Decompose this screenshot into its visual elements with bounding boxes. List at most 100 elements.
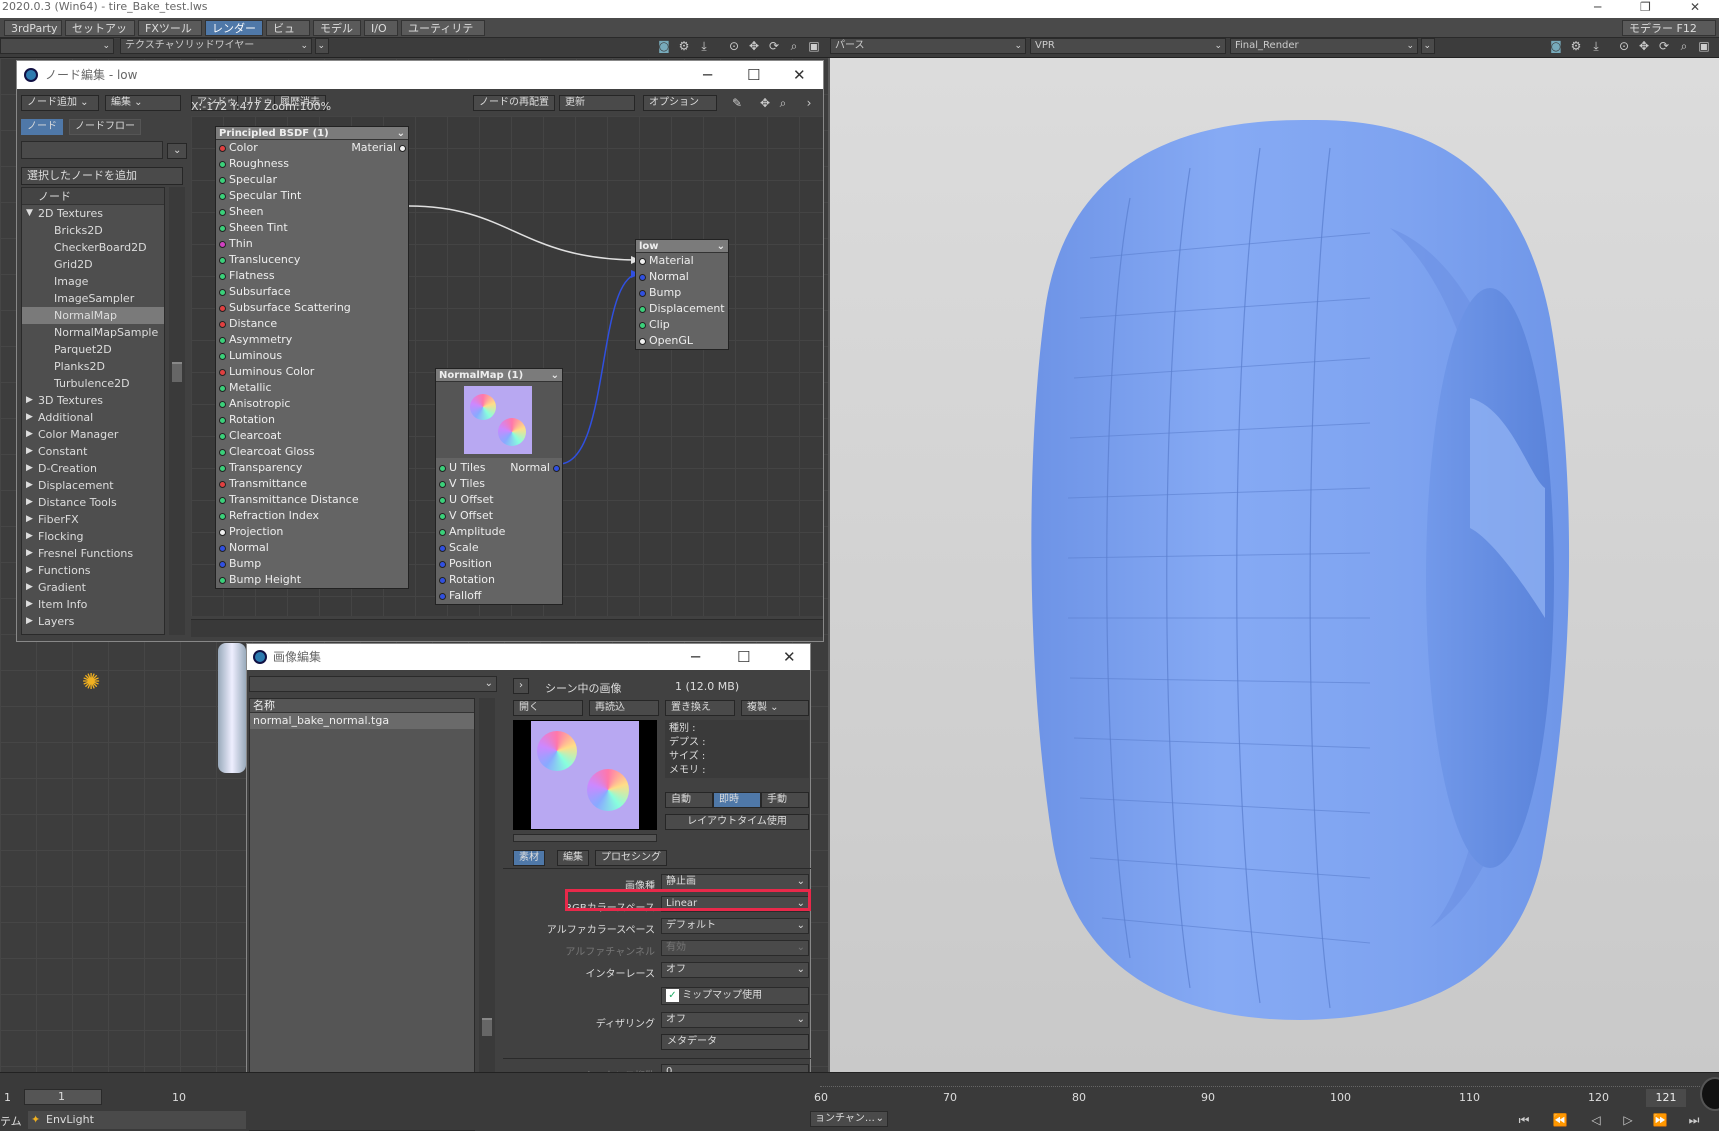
principled-input-row[interactable]: Distance xyxy=(216,316,408,332)
rotate-icon[interactable]: ⟳ xyxy=(766,38,782,54)
auto-button[interactable]: 自動 xyxy=(665,792,713,808)
prev-key-icon[interactable]: ⏪ xyxy=(1552,1112,1568,1128)
motion-channel-dropdown[interactable]: ョンチャン… ⌄ xyxy=(810,1111,888,1127)
tab-edit[interactable]: 編集 xyxy=(557,850,589,866)
prop-dropdown[interactable]: 静止画 ⌄ xyxy=(661,874,809,890)
current-item-field[interactable]: ✦ EnvLight xyxy=(28,1111,246,1129)
input-port-icon[interactable] xyxy=(439,593,446,600)
manual-button[interactable]: 手動 xyxy=(761,792,809,808)
normalmap-input-row[interactable]: V Offset xyxy=(436,508,562,524)
normalmap-node-header[interactable]: NormalMap (1) ⌄ xyxy=(436,369,562,382)
reload-image-button[interactable]: 再読込 xyxy=(589,700,659,716)
options-button[interactable]: オプション xyxy=(643,95,717,111)
input-port-icon[interactable] xyxy=(439,481,446,488)
tree-category[interactable]: ▶ Layers xyxy=(22,613,164,630)
image-editor-maximize-icon[interactable]: ☐ xyxy=(737,644,750,670)
input-port-icon[interactable] xyxy=(219,417,226,424)
center-icon[interactable]: ⊙ xyxy=(726,38,742,54)
principled-input-row[interactable]: Subsurface Scattering xyxy=(216,300,408,316)
save-icon[interactable]: ⤓ xyxy=(696,38,712,54)
tree-category[interactable]: ▶ Flocking xyxy=(22,528,164,545)
tree-item[interactable]: Image xyxy=(22,273,164,290)
principled-input-row[interactable]: Flatness xyxy=(216,268,408,284)
add-node-button[interactable]: ノード追加 ⌄ xyxy=(21,95,99,111)
rearrange-nodes-button[interactable]: ノードの再配置 xyxy=(473,95,555,111)
node-list-scrollbar[interactable] xyxy=(169,187,185,635)
principled-input-row[interactable]: Luminous xyxy=(216,348,408,364)
menu-tab-4[interactable]: ビュー xyxy=(266,20,310,51)
input-port-icon[interactable] xyxy=(639,258,646,265)
low-input-row[interactable]: Material xyxy=(636,253,728,269)
input-port-icon[interactable] xyxy=(639,306,646,313)
menu-tab-0[interactable]: 3rdParty xyxy=(4,20,62,36)
tree-category[interactable]: ▶ 3D Textures xyxy=(22,392,164,409)
right-move-icon[interactable]: ✥ xyxy=(1636,38,1652,54)
input-port-icon[interactable] xyxy=(439,577,446,584)
right-maximize-view-icon[interactable]: ▣ xyxy=(1696,38,1712,54)
first-frame-icon[interactable]: ⏮ xyxy=(1516,1112,1532,1128)
low-input-row[interactable]: Displacement xyxy=(636,301,728,317)
low-input-row[interactable]: Clip xyxy=(636,317,728,333)
render-viewport[interactable] xyxy=(828,58,1719,1072)
light-icon[interactable]: ✺ xyxy=(82,670,100,695)
principled-input-row[interactable]: Refraction Index xyxy=(216,508,408,524)
input-port-icon[interactable] xyxy=(219,577,226,584)
normalmap-input-row[interactable]: Falloff xyxy=(436,588,562,604)
input-port-icon[interactable] xyxy=(639,322,646,329)
right-save-icon[interactable]: ⤓ xyxy=(1588,38,1604,54)
input-port-icon[interactable] xyxy=(219,273,226,280)
node-editor-minimize-icon[interactable]: ─ xyxy=(703,61,712,89)
input-port-icon[interactable] xyxy=(219,321,226,328)
node-editor-titlebar[interactable]: ノード編集 - low ─ ☐ ✕ xyxy=(17,61,823,89)
principled-input-row[interactable]: Clearcoat Gloss xyxy=(216,444,408,460)
low-node-header[interactable]: low ⌄ xyxy=(636,240,728,253)
principled-input-row[interactable]: Transparency xyxy=(216,460,408,476)
input-port-icon[interactable] xyxy=(219,433,226,440)
input-port-icon[interactable] xyxy=(439,545,446,552)
tree-item[interactable]: Planks2D xyxy=(22,358,164,375)
chevron-down-icon[interactable]: ⌄ xyxy=(397,127,405,140)
principled-input-row[interactable]: Bump xyxy=(216,556,408,572)
input-port-icon[interactable] xyxy=(219,193,226,200)
input-port-icon[interactable] xyxy=(219,353,226,360)
low-input-row[interactable]: Bump xyxy=(636,285,728,301)
view-mode-dropdown[interactable]: パース ⌄ xyxy=(830,38,1026,54)
image-editor-minimize-icon[interactable]: ─ xyxy=(691,644,700,670)
update-button[interactable]: 更新 xyxy=(559,95,635,111)
menu-tab-3[interactable]: レンダー xyxy=(205,20,263,36)
input-port-icon[interactable] xyxy=(219,369,226,376)
tree-category[interactable]: ▶ Functions xyxy=(22,562,164,579)
tree-category[interactable]: ▶ Item Info xyxy=(22,596,164,613)
output-port-icon[interactable] xyxy=(399,145,406,152)
left-view-extra-dropdown[interactable]: ⌄ xyxy=(315,38,329,54)
minimize-icon[interactable]: ─ xyxy=(1594,0,1601,14)
tree-category[interactable]: ▶ Distance Tools xyxy=(22,494,164,511)
tree-category[interactable]: ▶ Additional xyxy=(22,409,164,426)
principled-input-row[interactable]: Transmittance xyxy=(216,476,408,492)
node-canvas-hscroll[interactable] xyxy=(191,619,823,637)
tree-category[interactable]: ▶ Constant xyxy=(22,443,164,460)
expand-arrow-button[interactable]: › xyxy=(513,678,529,694)
principled-input-row[interactable]: Bump Height xyxy=(216,572,408,588)
menu-tab-5[interactable]: モデル xyxy=(313,20,361,36)
render-preset-extra-dropdown[interactable]: ⌄ xyxy=(1421,38,1435,54)
tree-category[interactable]: ▶ Gradient xyxy=(22,579,164,596)
preview-slider[interactable] xyxy=(513,834,657,842)
normalmap-input-row[interactable]: Rotation xyxy=(436,572,562,588)
input-port-icon[interactable] xyxy=(439,497,446,504)
right-timeline-ruler[interactable] xyxy=(820,1077,1700,1087)
tree-category[interactable]: ▶ Color Manager xyxy=(22,426,164,443)
normalmap-input-row[interactable]: Position xyxy=(436,556,562,572)
edit-menu-button[interactable]: 編集 ⌄ xyxy=(105,95,181,111)
tree-item[interactable]: Grid2D xyxy=(22,256,164,273)
image-list-scroll-thumb[interactable] xyxy=(482,1018,492,1036)
principled-input-row[interactable]: Specular Tint xyxy=(216,188,408,204)
input-port-icon[interactable] xyxy=(219,337,226,344)
normalmap-input-row[interactable]: U Offset xyxy=(436,492,562,508)
use-layout-time-button[interactable]: レイアウトタイム使用 xyxy=(665,814,809,830)
node-editor-close-icon[interactable]: ✕ xyxy=(793,61,806,89)
chevron-down-icon[interactable]: ⌄ xyxy=(551,369,559,382)
tree-category[interactable]: ▶ FiberFX xyxy=(22,511,164,528)
tree-category-open[interactable]: ▼ 2D Textures xyxy=(22,205,164,222)
image-list-item[interactable]: normal_bake_normal.tga xyxy=(250,713,474,729)
